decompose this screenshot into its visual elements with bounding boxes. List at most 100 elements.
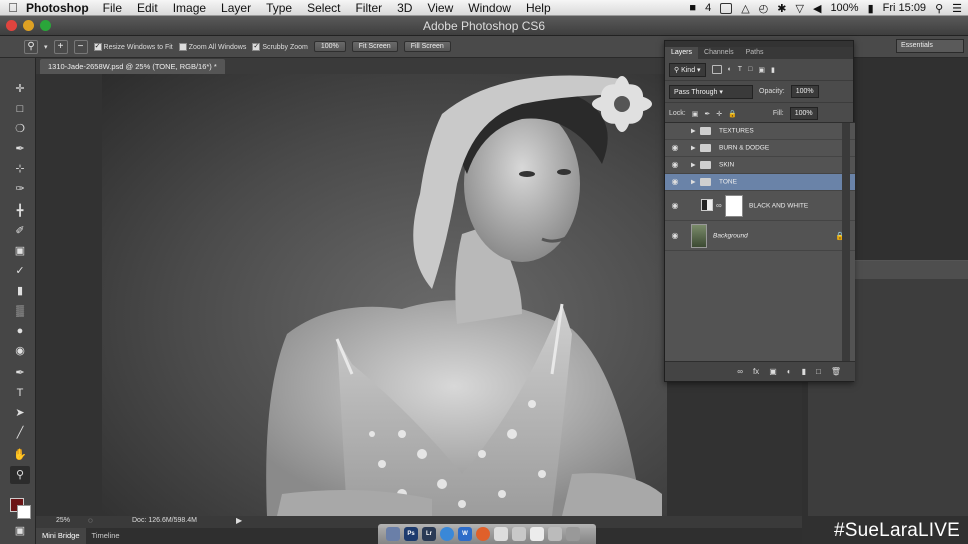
pen-tool-icon[interactable]: ✒ [10,364,30,382]
notification-icon[interactable]: ☰ [952,2,962,15]
crop-tool-icon[interactable]: ⊹ [10,160,30,178]
blur-tool-icon[interactable]: ● [10,322,30,340]
dodge-tool-icon[interactable]: ◉ [10,342,30,360]
shape-filter-icon[interactable]: □ [748,66,752,73]
adobe-icon[interactable]: ■ [689,2,696,14]
browser-dock-icon[interactable] [476,527,490,541]
marquee-tool-icon[interactable]: □ [10,100,30,118]
document-tab[interactable]: 1310-Jade-2658W.psd @ 25% (TONE, RGB/16*… [40,59,225,74]
lock-all-icon[interactable]: 🔒 [728,110,737,118]
clock[interactable]: Fri 15:09 [883,2,926,14]
lightroom-dock-icon[interactable]: Lr [422,527,436,541]
finder-dock-icon[interactable] [386,527,400,541]
quick-selection-tool-icon[interactable]: ✒ [10,140,30,158]
lasso-tool-icon[interactable]: ❍ [10,120,30,138]
lock-position-icon[interactable]: ✛ [716,110,722,118]
volume-icon[interactable]: ◀ [813,2,821,15]
menu-type[interactable]: Type [266,1,292,15]
filter-toggle-icon[interactable]: ▮ [771,66,775,74]
bluetooth-icon[interactable]: ✱ [777,2,786,15]
window-dock-icon[interactable] [548,527,562,541]
type-filter-icon[interactable]: T [738,66,742,73]
battery-status[interactable]: 100% [830,2,858,14]
preset-dropdown-icon[interactable]: ▾ [44,43,48,51]
menu-filter[interactable]: Filter [355,1,382,15]
history-brush-tool-icon[interactable]: ✓ [10,262,30,280]
layer-row-skin[interactable]: ◉ ▶ SKIN [665,157,855,174]
fill-input[interactable]: 100% [789,107,818,120]
adjustment-filter-icon[interactable]: ◐ [728,66,732,73]
lock-transparent-icon[interactable]: ▣ [692,110,699,118]
path-selection-tool-icon[interactable]: ➤ [10,404,30,422]
layer-mask-thumbnail[interactable] [725,195,743,217]
opacity-input[interactable]: 100% [790,85,819,98]
fill-screen-button[interactable]: Fill Screen [403,41,451,52]
zoom-tool-icon[interactable]: ⚲ [10,466,30,484]
delete-layer-icon[interactable]: 🗑 [831,367,841,376]
menu-layer[interactable]: Layer [221,1,251,15]
link-layers-icon[interactable]: ∞ [737,367,743,376]
healing-brush-tool-icon[interactable]: ╋ [10,202,30,220]
menu-3d[interactable]: 3D [397,1,412,15]
brush-tool-icon[interactable]: ✐ [10,222,30,240]
menu-select[interactable]: Select [307,1,340,15]
eraser-tool-icon[interactable]: ▮ [10,282,30,300]
filter-kind-select[interactable]: ⚲ Kind ▾ [669,62,706,77]
zoom-all-option[interactable]: Zoom All Windows [178,42,246,51]
resize-windows-option[interactable]: ✓ Resize Windows to Fit [93,42,173,51]
apple-icon[interactable]:  [0,0,26,15]
time-machine-icon[interactable]: ◴ [759,2,769,15]
photoshop-dock-icon[interactable]: Ps [404,527,418,541]
zoom-level[interactable]: 25% [56,517,70,524]
layers-scrollbar[interactable] [842,123,850,361]
preview-dock-icon[interactable] [530,527,544,541]
disclosure-triangle-icon[interactable]: ▶ [691,145,696,152]
spotlight-icon[interactable]: ⚲ [935,2,943,15]
background-color-swatch[interactable] [17,505,31,519]
safari-dock-icon[interactable] [440,527,454,541]
layer-style-icon[interactable]: fx [753,367,759,376]
smart-object-filter-icon[interactable]: ▣ [758,66,765,74]
menu-edit[interactable]: Edit [137,1,158,15]
layer-row-black-and-white[interactable]: ◉ ∞ BLACK AND WHITE [665,191,855,221]
eye-icon[interactable]: ◉ [670,201,680,210]
scrubby-zoom-option[interactable]: ✓ Scrubby Zoom [252,42,308,51]
menu-window[interactable]: Window [468,1,511,15]
disclosure-triangle-icon[interactable]: ▶ [691,162,696,169]
eye-icon[interactable]: ◉ [670,178,680,186]
tab-layers[interactable]: Layers [665,47,699,59]
battery-icon[interactable]: ▮ [868,2,874,15]
trash-dock-icon[interactable] [566,527,580,541]
zoom-in-icon[interactable]: + [53,39,68,54]
tray-icon[interactable] [720,2,733,14]
quick-mask-icon[interactable]: ▣ [10,522,30,540]
add-mask-icon[interactable]: ▣ [769,367,777,376]
zoom-tool-preset-icon[interactable]: ⚲ [24,39,38,54]
folder-dock-icon[interactable] [512,527,526,541]
disclosure-triangle-icon[interactable]: ▶ [691,128,696,135]
word-dock-icon[interactable]: W [458,527,472,541]
eye-icon[interactable]: ◉ [670,231,680,240]
menu-view[interactable]: View [427,1,453,15]
new-layer-icon[interactable]: □ [816,367,821,376]
lock-image-icon[interactable]: ✒ [704,110,710,118]
document-dock-icon[interactable] [494,527,508,541]
blend-mode-select[interactable]: Pass Through ▾ [669,84,753,99]
eyedropper-tool-icon[interactable]: ✑ [10,180,30,198]
clone-stamp-tool-icon[interactable]: ▣ [10,242,30,260]
layer-row-tone[interactable]: ◉ ▶ TONE [665,174,855,191]
new-group-icon[interactable]: ▮ [802,367,806,376]
type-tool-icon[interactable]: T [10,384,30,402]
hand-tool-icon[interactable]: ✋ [10,446,30,464]
link-icon[interactable]: ∞ [716,201,722,210]
eye-icon[interactable]: ◉ [670,144,680,152]
line-tool-icon[interactable]: ╱ [10,424,30,442]
workspace-switcher[interactable]: Essentials [896,39,964,53]
100-percent-button[interactable]: 100% [313,41,346,52]
airplay-icon[interactable]: △ [741,2,749,15]
black-white-adjustment-icon[interactable] [701,199,713,211]
menu-help[interactable]: Help [526,1,551,15]
new-adjustment-icon[interactable]: ◐ [787,367,792,376]
app-menu[interactable]: Photoshop [26,1,89,15]
gradient-tool-icon[interactable]: ▒ [10,302,30,320]
